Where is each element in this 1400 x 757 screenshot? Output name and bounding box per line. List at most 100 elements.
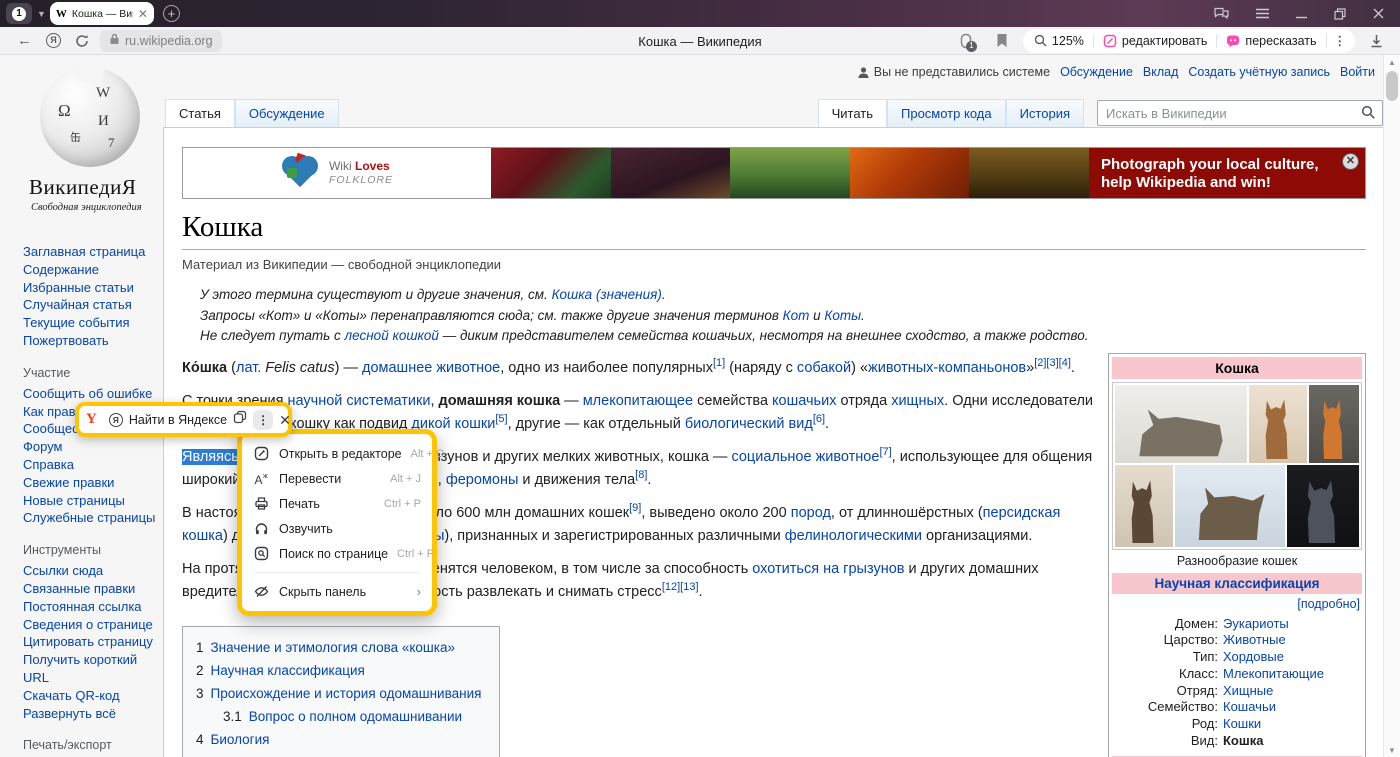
heart-puzzle-logo xyxy=(281,156,319,190)
banner-photos xyxy=(491,148,1089,198)
hatnotes: У этого термина существуют и другие знач… xyxy=(200,285,1366,347)
menu-icon[interactable] xyxy=(1256,8,1269,19)
sidebar-link[interactable]: Ссылки сюда xyxy=(23,562,163,580)
zoom-control[interactable]: 125% xyxy=(1025,29,1093,53)
sidebar-link[interactable]: Постоянная ссылка xyxy=(23,598,163,616)
toc-link[interactable]: Вопрос о полном одомашнивании xyxy=(249,709,462,724)
popup-more-icon[interactable]: ⋮ xyxy=(253,410,273,430)
chevron-right-icon: › xyxy=(417,584,421,599)
sidebar-link[interactable]: Служебные страницы xyxy=(23,509,163,527)
chevron-down-icon[interactable]: ▼ xyxy=(37,9,46,19)
taxonomy-value[interactable]: Млекопитающие xyxy=(1223,666,1324,683)
sidebar-link[interactable]: Справка xyxy=(23,456,163,474)
wikipedia-wordmark[interactable]: ВикипедиЯ xyxy=(29,175,163,200)
page-scrollbar[interactable]: ▲ ▼ xyxy=(1383,55,1400,757)
sidebar-link[interactable]: Текущие события xyxy=(23,314,163,332)
classification-header[interactable]: Научная классификация xyxy=(1112,573,1362,594)
menu-item-find-on-page[interactable]: Поиск по странице Ctrl + F xyxy=(242,541,432,566)
taxonomy-value[interactable]: Кошачьи xyxy=(1223,699,1276,716)
yandex-services-icon[interactable]: Я xyxy=(46,33,61,48)
tab-history[interactable]: История xyxy=(1006,99,1084,127)
tab-article[interactable]: Статья xyxy=(165,99,235,127)
toc-link[interactable]: Значение и этимология слова «кошка» xyxy=(211,640,455,655)
scroll-down-icon[interactable]: ▼ xyxy=(1384,743,1400,757)
tab-view-source[interactable]: Просмотр кода xyxy=(887,99,1006,127)
personal-link-create-account[interactable]: Создать учётную запись xyxy=(1188,65,1330,79)
tab-close-icon[interactable]: ✕ xyxy=(138,8,148,20)
sidebar-link[interactable]: Свежие правки xyxy=(23,474,163,492)
sidebar-link[interactable]: Скачать QR-код xyxy=(23,687,163,705)
find-in-yandex-popup: Y Я Найти в Яндексе ⋮ ✕ xyxy=(75,402,292,437)
banner-photo-4 xyxy=(850,148,970,198)
taxonomy-value[interactable]: Животные xyxy=(1223,632,1286,649)
sidebar-link[interactable]: Развернуть всё xyxy=(23,705,163,723)
scrollbar-thumb[interactable] xyxy=(1386,71,1398,101)
new-tab-button[interactable]: + xyxy=(163,5,180,22)
tab-counter-button[interactable]: 1 xyxy=(6,3,32,24)
chat-bubbles-icon[interactable] xyxy=(1214,7,1229,20)
svg-text:ж: ж xyxy=(263,473,268,480)
sidebar-link[interactable]: Содержание xyxy=(23,261,163,279)
retell-button[interactable]: пересказать xyxy=(1217,29,1325,53)
personal-link-talk[interactable]: Обсуждение xyxy=(1060,65,1133,79)
menu-item-voice[interactable]: Озвучить xyxy=(242,516,432,541)
close-icon[interactable] xyxy=(1373,8,1384,19)
taxonomy-row: Класс: Млекопитающие xyxy=(1112,666,1362,683)
sidebar-link[interactable]: Форум xyxy=(23,438,163,456)
copy-icon[interactable] xyxy=(233,410,247,429)
wiki-loves-folklore-banner[interactable]: Wiki Loves FOLKLORE Photograph your loca… xyxy=(182,147,1366,199)
find-in-yandex-label[interactable]: Найти в Яндексе xyxy=(129,413,227,427)
search-input[interactable] xyxy=(1097,100,1383,126)
sidebar-link[interactable]: Сообщить об ошибке xyxy=(23,385,163,403)
sidebar-link[interactable]: Избранные статьи xyxy=(23,279,163,297)
browser-tab[interactable]: W Кошка — Википедия ✕ xyxy=(50,2,154,25)
search-icon[interactable] xyxy=(1361,105,1376,125)
minimize-icon[interactable] xyxy=(1296,8,1307,19)
sidebar-link[interactable]: Цитировать страницу xyxy=(23,633,163,651)
protect-icon[interactable]: 1 xyxy=(958,33,974,49)
sidebar-link[interactable]: Случайная статья xyxy=(23,296,163,314)
back-icon[interactable]: ← xyxy=(17,33,32,48)
personal-link-login[interactable]: Войти xyxy=(1340,65,1375,79)
sidebar-link[interactable]: Связанные правки xyxy=(23,580,163,598)
bookmark-icon[interactable] xyxy=(996,33,1008,48)
tab-count: 1 xyxy=(12,7,26,21)
cat-photo-2 xyxy=(1249,385,1307,463)
toc-link[interactable]: Биология xyxy=(211,732,270,747)
personal-link-contribs[interactable]: Вклад xyxy=(1143,65,1179,79)
menu-item-open-in-editor[interactable]: Открыть в редакторе Alt + O xyxy=(242,441,432,466)
taxonomy-value[interactable]: Кошка xyxy=(1223,733,1263,750)
tab-title: Кошка — Википедия xyxy=(72,8,133,20)
sidebar-link[interactable]: Заглавная страница xyxy=(23,243,163,261)
sidebar-link[interactable]: Сведения о странице xyxy=(23,616,163,634)
more-actions-button[interactable]: ⋮ xyxy=(1327,29,1354,53)
banner-close-icon[interactable]: ✕ xyxy=(1342,153,1359,170)
wikipedia-globe-logo[interactable]: Ω W И 7 缶 xyxy=(40,67,140,167)
toc-link[interactable]: Научная классификация xyxy=(211,663,365,678)
popup-close-icon[interactable]: ✕ xyxy=(279,413,291,427)
infobox-title: Кошка xyxy=(1112,357,1362,379)
taxonomy-value[interactable]: Кошки xyxy=(1223,716,1261,733)
edit-button[interactable]: редактировать xyxy=(1094,29,1217,53)
address-bar[interactable]: ru.wikipedia.org xyxy=(100,30,222,52)
menu-item-print[interactable]: Печать Ctrl + P xyxy=(242,491,432,516)
scroll-up-icon[interactable]: ▲ xyxy=(1384,55,1400,69)
refresh-icon[interactable] xyxy=(75,34,89,48)
tab-talk[interactable]: Обсуждение xyxy=(235,99,339,127)
menu-item-translate[interactable]: Aж Перевести Alt + J xyxy=(242,466,432,491)
restore-icon[interactable] xyxy=(1334,8,1346,20)
details-link[interactable]: [подробно] xyxy=(1112,594,1362,615)
taxonomy-value[interactable]: Хищные xyxy=(1223,683,1273,700)
sidebar-link[interactable]: Новые страницы xyxy=(23,492,163,510)
sidebar-link[interactable]: Получить короткий URL xyxy=(23,651,163,687)
taxonomy-row: Род: Кошки xyxy=(1112,716,1362,733)
sidebar-main-nav: Заглавная страницаСодержаниеИзбранные ст… xyxy=(23,243,163,350)
sidebar-link[interactable]: Пожертвовать xyxy=(23,332,163,350)
menu-item-hide-panel[interactable]: Скрыть панель › xyxy=(242,579,432,604)
taxonomy-value[interactable]: Хордовые xyxy=(1223,649,1284,666)
wikipedia-tagline: Свободная энциклопедия xyxy=(31,202,163,213)
tab-read[interactable]: Читать xyxy=(818,99,887,127)
taxonomy-value[interactable]: Эукариоты xyxy=(1223,616,1289,633)
toc-link[interactable]: Происхождение и история одомашнивания xyxy=(211,686,482,701)
download-icon[interactable] xyxy=(1370,34,1383,48)
